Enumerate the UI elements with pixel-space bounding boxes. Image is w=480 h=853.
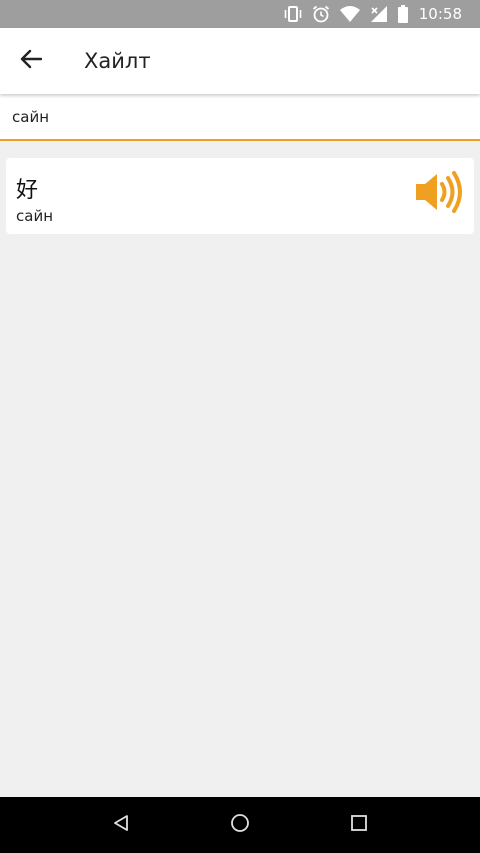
play-audio-button[interactable] [414,170,464,214]
status-icons [283,4,409,24]
result-meaning: сайн [16,207,53,225]
nav-bar [0,797,480,853]
status-time: 10:58 [418,5,462,23]
recents-square-icon [350,814,368,836]
nav-home-button[interactable] [220,805,260,845]
signal-icon [369,5,389,23]
search-row [0,94,480,141]
search-input[interactable] [12,107,452,126]
back-triangle-icon [112,814,130,836]
home-circle-icon [230,813,250,837]
arrow-left-icon [20,49,43,73]
nav-back-button[interactable] [101,805,141,845]
status-bar: 10:58 [0,0,480,28]
battery-icon [397,5,409,23]
result-card[interactable]: 好 сайн [6,158,474,234]
vibrate-icon [283,5,303,23]
speaker-icon [414,171,464,218]
nav-recents-button[interactable] [339,805,379,845]
wifi-icon [339,5,361,23]
app-bar: Хайлт [0,28,480,94]
alarm-icon [311,4,331,24]
back-button[interactable] [16,46,46,76]
page-title: Хайлт [84,49,151,73]
result-character: 好 [16,178,39,203]
